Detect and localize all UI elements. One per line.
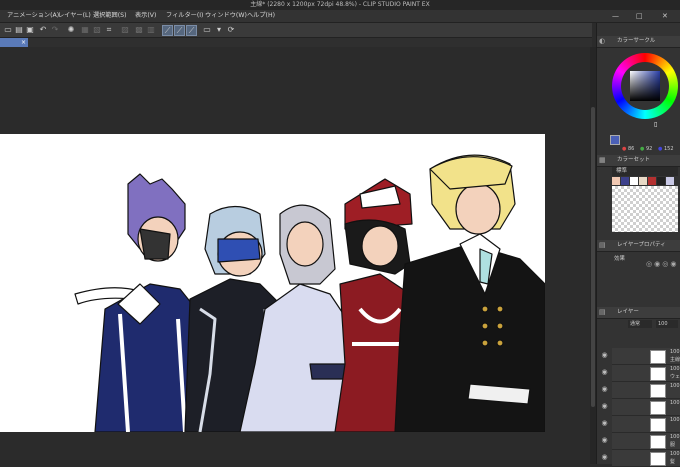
layer-name: 髪 — [670, 459, 676, 465]
opacity-field[interactable]: 100 — [656, 320, 678, 328]
swatch[interactable] — [630, 177, 638, 185]
save-icon[interactable]: ▣ — [25, 25, 35, 35]
layer-opacity: 100 — [670, 417, 680, 423]
select-icon[interactable]: ▩ — [134, 25, 144, 35]
eye-icon[interactable]: ◉ — [600, 436, 609, 445]
fill-icon[interactable]: ▨ — [120, 25, 130, 35]
effect-label: 効果 — [614, 256, 626, 262]
color-wheel[interactable]: ▯ — [612, 53, 678, 137]
swatch[interactable] — [648, 177, 656, 185]
pen-icon[interactable]: ⟋ — [162, 25, 173, 36]
layer-thumbnail — [650, 401, 666, 415]
scrollbar-thumb[interactable] — [591, 107, 595, 407]
color-circle-icon[interactable]: ◐ — [599, 37, 613, 46]
view-icon[interactable]: ▭ — [202, 25, 212, 35]
layer-row[interactable]: ◉ 100 — [601, 382, 680, 399]
menu-window[interactable]: ウィンドウ(W) — [205, 10, 247, 22]
layer-row[interactable]: ◉ 100 主線 — [601, 348, 680, 365]
eye-icon[interactable]: ◉ — [600, 453, 609, 462]
layer-row[interactable]: ◉ 100 — [601, 416, 680, 433]
close-button[interactable]: ✕ — [662, 11, 668, 21]
layer-opacity: 100 — [670, 400, 680, 406]
open-icon[interactable]: ▤ — [14, 25, 24, 35]
hue-dot: ● — [622, 146, 627, 152]
maximize-button[interactable]: □ — [636, 11, 643, 21]
minimize-button[interactable]: — — [612, 11, 619, 21]
color-set-header: ▦ カラーセット — [597, 155, 680, 167]
blend-mode-select[interactable]: 通常 — [628, 320, 652, 328]
chevron-down-icon[interactable]: ▾ — [214, 25, 224, 35]
val-dot: ● — [658, 146, 663, 152]
crop-icon[interactable]: ⌗ — [104, 25, 114, 35]
layer-opacity: 100 — [670, 366, 680, 372]
layer-thumbnail — [650, 435, 666, 449]
settings-icon[interactable]: ✺ — [66, 25, 76, 35]
effect-buttons[interactable]: ◎◉◎◉ — [646, 260, 678, 270]
deselect-icon[interactable]: ▥ — [146, 25, 156, 35]
color-set-icon[interactable]: ▦ — [599, 156, 613, 165]
layer-panel-header: ▤ レイヤー — [597, 307, 680, 319]
eye-icon[interactable]: ◉ — [600, 385, 609, 394]
eye-icon[interactable]: ◉ — [600, 368, 609, 377]
eye-icon[interactable]: ◉ — [600, 419, 609, 428]
layer-name: 主線 — [670, 357, 680, 363]
swatch[interactable] — [666, 177, 674, 185]
swatch[interactable] — [612, 177, 620, 185]
document-tab-bar: × — [0, 38, 592, 47]
menu-layer[interactable]: レイヤー(L) — [58, 10, 91, 22]
layer-row[interactable]: ◉ 100 髪 — [601, 450, 680, 467]
sat-dot: ● — [640, 146, 645, 152]
pen-icon[interactable]: ⟋ — [174, 25, 185, 36]
layer-property-header: ▤ レイヤープロパティ — [597, 240, 680, 252]
main-color-swatch[interactable] — [610, 135, 620, 145]
color-set-swatches[interactable] — [612, 177, 678, 185]
undo-icon[interactable]: ↶ — [38, 25, 48, 35]
swatch[interactable] — [657, 177, 665, 185]
hsv-readout: ● 86 ● 92 ● 152 — [622, 146, 674, 152]
swatch[interactable] — [639, 177, 647, 185]
color-indicator: ▯ — [654, 121, 658, 128]
layer-thumbnail — [650, 350, 666, 364]
menu-help[interactable]: ヘルプ(H) — [247, 10, 275, 22]
document-tab[interactable]: × — [0, 38, 28, 47]
layer-opacity: 100 — [670, 451, 680, 457]
layer-row[interactable]: ◉ 100 — [601, 399, 680, 416]
illustration — [74, 154, 545, 432]
layer-opacity: 100 — [670, 349, 680, 355]
layer-thumbnail — [650, 367, 666, 381]
menu-view[interactable]: 表示(V) — [135, 10, 156, 22]
transform-icon[interactable]: ▦ — [80, 25, 90, 35]
redo-icon[interactable]: ↷ — [50, 25, 60, 35]
layer-property-icon[interactable]: ▤ — [599, 241, 613, 250]
pen-icon[interactable]: ⟋ — [186, 25, 197, 36]
layer-name: ウェ — [670, 374, 680, 380]
layer-name: 服 — [670, 442, 676, 448]
close-icon[interactable]: × — [21, 38, 26, 47]
color-set-grid[interactable] — [612, 186, 678, 232]
command-bar: ▭ ▤ ▣ ↶ ↷ ✺ ▦ ▧ ⌗ ▨ ▩ ▥ ⟋ ⟋ ⟋ ▭ ▾ ⟳ — [0, 23, 592, 38]
rotate-icon[interactable]: ⟳ — [226, 25, 236, 35]
menu-selection[interactable]: 選択範囲(S) — [93, 10, 127, 22]
title-bar: 主線* (2280 x 1200px 72dpi 48.8%) - CLIP S… — [0, 0, 680, 10]
menu-bar: アニメーション(A) レイヤー(L) 選択範囲(S) 表示(V) フィルター(I… — [0, 10, 680, 23]
new-icon[interactable]: ▭ — [3, 25, 13, 35]
eye-icon[interactable]: ◉ — [600, 402, 609, 411]
menu-animation[interactable]: アニメーション(A) — [7, 10, 59, 22]
layer-thumbnail — [650, 418, 666, 432]
eye-icon[interactable]: ◉ — [600, 351, 609, 360]
layer-panel-icon[interactable]: ▤ — [599, 308, 613, 317]
layer-opacity: 100 — [670, 434, 680, 440]
color-set-name[interactable]: 標準 — [612, 167, 678, 176]
clear-icon[interactable]: ▧ — [92, 25, 102, 35]
layer-row[interactable]: ◉ 100 服 — [601, 433, 680, 450]
layer-opacity: 100 — [670, 383, 680, 389]
layer-row[interactable]: ◉ 100 ウェ — [601, 365, 680, 382]
menu-filter[interactable]: フィルター(I) — [166, 10, 203, 22]
layer-thumbnail — [650, 384, 666, 398]
window-title: 主線* (2280 x 1200px 72dpi 48.8%) - CLIP S… — [250, 1, 430, 8]
swatch[interactable] — [621, 177, 629, 185]
canvas[interactable] — [0, 134, 545, 432]
color-circle-header: ◐ カラーサークル — [597, 36, 680, 48]
